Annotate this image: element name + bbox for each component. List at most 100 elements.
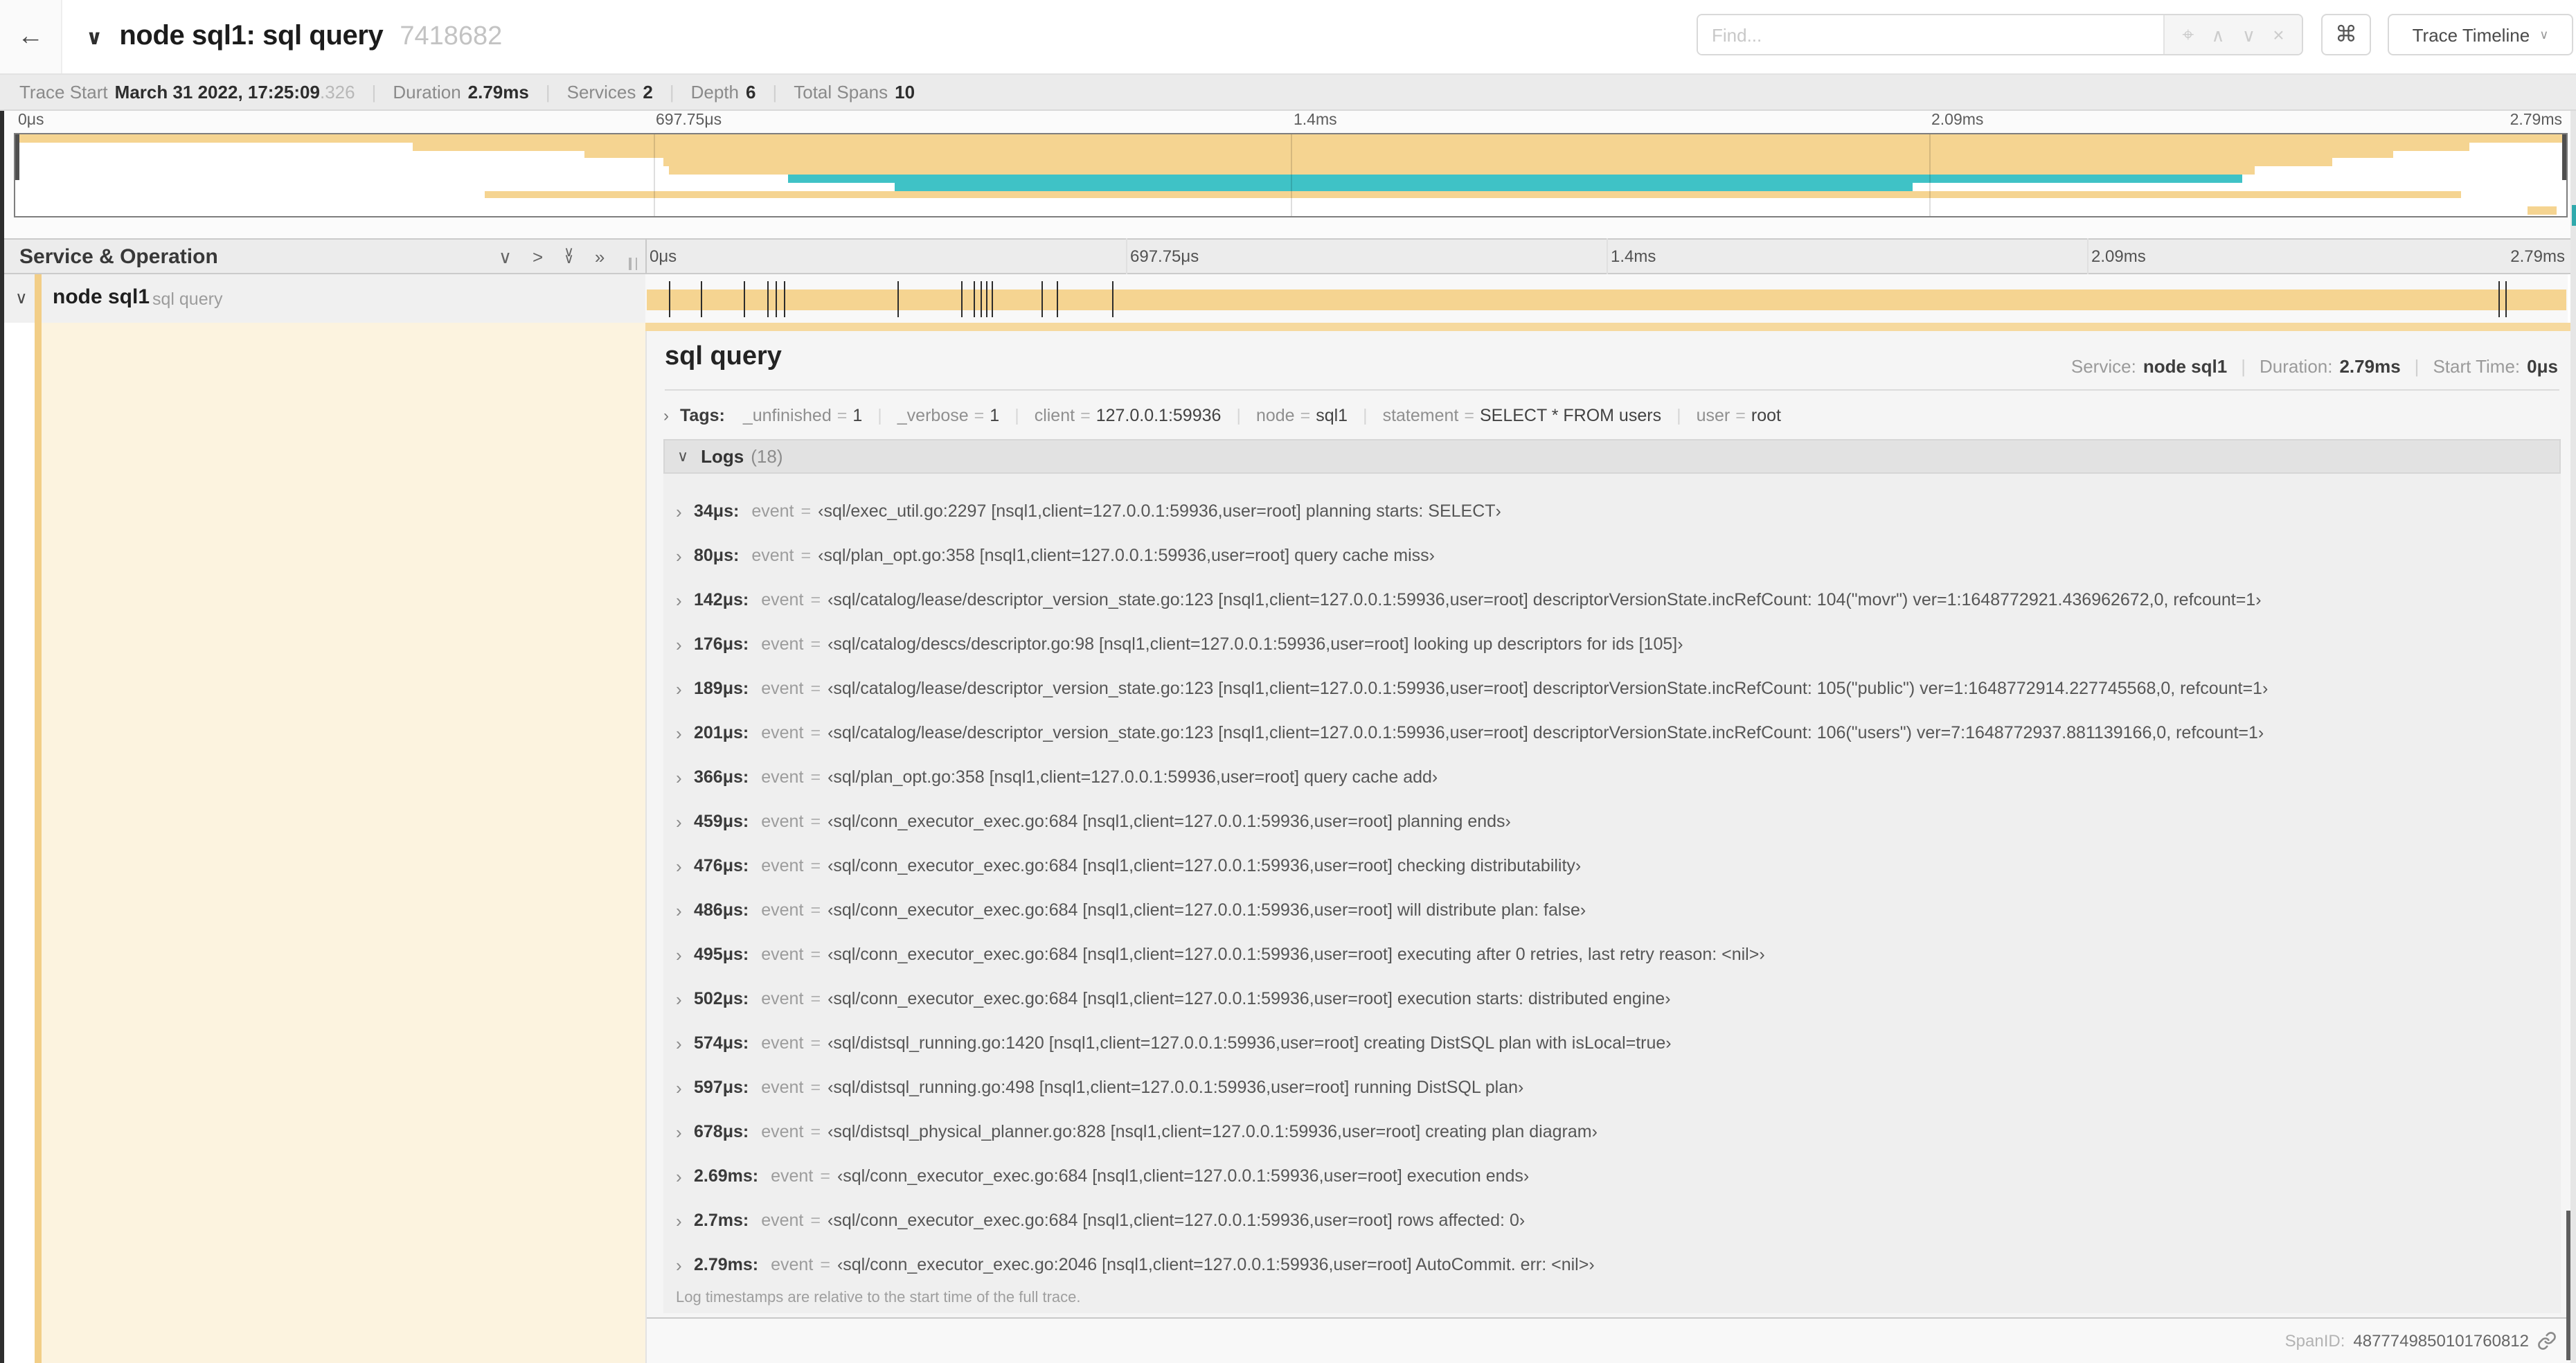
log-entry[interactable]: › 80μs: event = ‹sql/plan_opt.go:358 [nsql1,… [663, 533, 2561, 578]
find-box: ⌖ ∧ ∨ × [1697, 14, 2303, 55]
collapse-one-icon[interactable]: ∨ [499, 247, 512, 265]
command-icon: ⌘ [2335, 24, 2357, 47]
log-field-value: ‹sql/conn_executor_exec.go:684 [nsql1,cl… [828, 812, 1511, 831]
tag-item[interactable]: node = sql1 [1221, 406, 1348, 425]
collapse-all-icon[interactable]: ∨ ∨ [564, 246, 574, 267]
scrollbar-track[interactable] [2570, 111, 2576, 1363]
log-entry[interactable]: › 597μs: event = ‹sql/distsql_running.go:498… [663, 1065, 2561, 1110]
window-left-edge [0, 111, 4, 1363]
summary-label: Depth [690, 82, 739, 103]
span-id-label: SpanID: [2284, 1331, 2345, 1351]
next-result-icon[interactable]: ∨ [2242, 26, 2255, 44]
logs-label: Logs [701, 446, 744, 467]
tag-equals: = [1080, 406, 1091, 425]
tag-key: node [1255, 406, 1295, 425]
summary-value: 6 [746, 82, 756, 103]
tag-equals: = [1464, 406, 1474, 425]
tag-value: root [1751, 406, 1781, 425]
ruler-tick-label: 697.75μs [1130, 247, 1199, 266]
deep-link-icon[interactable] [2537, 1331, 2557, 1351]
prev-result-icon[interactable]: ∧ [2212, 26, 2225, 44]
span-duration-bar[interactable] [647, 289, 2566, 310]
span-detail-title: sql query [665, 342, 782, 371]
log-equals: = [810, 989, 821, 1008]
detail-meta-item: Start Time: 0μs [2401, 356, 2558, 377]
page-title: node sql1: sql query [119, 21, 384, 51]
log-entry[interactable]: › 189μs: event = ‹sql/catalog/lease/descript… [663, 666, 2561, 711]
tag-value: SELECT * FROM users [1479, 406, 1662, 425]
trace-title-group: ∨ node sql1: sql query 7418682 [86, 0, 502, 73]
timeline-ruler: 0μs 697.75μs 1.4ms 2.09ms 2.79ms [645, 240, 2568, 273]
tag-item[interactable]: _unfinished = 1 [743, 406, 862, 425]
tag-item[interactable]: statement = SELECT * FROM users [1348, 406, 1662, 425]
ruler-tick-label: 1.4ms [1611, 247, 1656, 266]
expand-one-icon[interactable]: > [533, 247, 543, 265]
log-entry[interactable]: › 2.69ms: event = ‹sql/conn_executor_exec.go… [663, 1154, 2561, 1198]
log-field-key: event [771, 1255, 814, 1274]
log-field-key: event [761, 767, 804, 787]
logs-list: › 34μs: event = ‹sql/exec_util.go:2297 [nsql… [663, 474, 2561, 1313]
chevron-right-icon: › [676, 501, 682, 522]
trace-summary-item: Services 2 [567, 82, 691, 103]
ruler-tick-label: 0μs [650, 247, 677, 266]
log-entry[interactable]: › 486μs: event = ‹sql/conn_executor_exec.go:… [663, 888, 2561, 932]
span-timeline-cell [645, 274, 2568, 323]
tag-item[interactable]: client =127.0.0.1:59936 [999, 406, 1222, 425]
log-equals: = [810, 856, 821, 875]
log-field-key: event [761, 1078, 804, 1097]
view-selector-button[interactable]: Trace Timeline ∨ [2388, 14, 2573, 55]
log-timestamp: 486μs: [694, 900, 749, 920]
expand-all-icon[interactable]: » [595, 247, 605, 265]
ruler-tick-label: 2.09ms [1931, 112, 1984, 129]
log-field-value: ‹sql/conn_executor_exec.go:684 [nsql1,cl… [828, 856, 1582, 875]
log-entry[interactable]: › 678μs: event = ‹sql/distsql_physical_plann… [663, 1110, 2561, 1154]
log-entry[interactable]: › 142μs: event = ‹sql/catalog/lease/descript… [663, 578, 2561, 622]
log-timestamp: 189μs: [694, 679, 749, 698]
log-entry[interactable]: › 34μs: event = ‹sql/exec_util.go:2297 [nsql… [663, 489, 2561, 533]
log-entry[interactable]: › 2.7ms: event = ‹sql/conn_executor_exec.go:… [663, 1198, 2561, 1242]
back-button[interactable]: ← [0, 0, 62, 73]
log-entry[interactable]: › 201μs: event = ‹sql/catalog/lease/descript… [663, 711, 2561, 755]
log-field-key: event [761, 1033, 804, 1053]
span-name-cell[interactable]: ∨ node sql1 sql query [0, 274, 645, 323]
log-entry[interactable]: › 176μs: event = ‹sql/catalog/descs/descript… [663, 622, 2561, 666]
find-input[interactable] [1698, 15, 2163, 54]
log-entry[interactable]: › 2.79ms: event = ‹sql/conn_executor_exec.go… [663, 1242, 2561, 1287]
log-timestamp: 678μs: [694, 1122, 749, 1141]
minimap-left-scrubber[interactable] [15, 134, 19, 180]
detail-meta-item: Duration: 2.79ms [2227, 356, 2401, 377]
log-entry[interactable]: › 495μs: event = ‹sql/conn_executor_exec.go:… [663, 932, 2561, 977]
logs-footnote: Log timestamps are relative to the start… [676, 1290, 1081, 1306]
meta-value: 2.79ms [2339, 356, 2401, 377]
log-entry[interactable]: › 476μs: event = ‹sql/conn_executor_exec.go:… [663, 844, 2561, 888]
log-field-value: ‹sql/conn_executor_exec.go:684 [nsql1,cl… [828, 945, 1765, 964]
keyboard-shortcuts-button[interactable]: ⌘ [2321, 14, 2371, 55]
log-entry[interactable]: › 459μs: event = ‹sql/conn_executor_exec.go:… [663, 799, 2561, 844]
log-field-key: event [761, 1211, 804, 1230]
clear-search-icon[interactable]: × [2273, 25, 2284, 44]
summary-label: Total Spans [794, 82, 888, 103]
log-entry[interactable]: › 502μs: event = ‹sql/conn_executor_exec.go:… [663, 977, 2561, 1021]
minimap-canvas[interactable] [14, 133, 2568, 217]
locate-icon[interactable]: ⌖ [2182, 24, 2194, 45]
log-entry[interactable]: › 366μs: event = ‹sql/plan_opt.go:358 [nsql1… [663, 755, 2561, 799]
tag-item[interactable]: _verbose = 1 [862, 406, 999, 425]
service-color-bar [35, 274, 41, 323]
log-timestamp: 2.69ms: [694, 1166, 759, 1186]
tag-item[interactable]: user = root [1661, 406, 1781, 425]
log-field-value: ‹sql/conn_executor_exec.go:2046 [nsql1,c… [837, 1255, 1595, 1274]
back-arrow-icon: ← [17, 21, 44, 51]
column-resizer-handle[interactable] [629, 258, 637, 270]
tag-key: user [1696, 406, 1730, 425]
log-entry[interactable]: › 574μs: event = ‹sql/distsql_running.go:142… [663, 1021, 2561, 1065]
collapse-trace-icon[interactable]: ∨ [86, 24, 102, 49]
ruler-tick-label: 2.09ms [2091, 247, 2146, 266]
scrollbar-thumb[interactable] [2566, 1211, 2570, 1360]
minimap-right-scrubber[interactable] [2562, 134, 2566, 180]
log-field-key: event [761, 679, 804, 698]
chevron-down-icon[interactable]: ∨ [15, 288, 28, 308]
logs-accordion-header[interactable]: ∨ Logs (18) [663, 439, 2561, 474]
summary-label: Services [566, 82, 636, 103]
tags-accordion[interactable]: › Tags: _unfinished=1 _verbose=1 client=… [663, 402, 1781, 429]
tag-key: _verbose [897, 406, 969, 425]
